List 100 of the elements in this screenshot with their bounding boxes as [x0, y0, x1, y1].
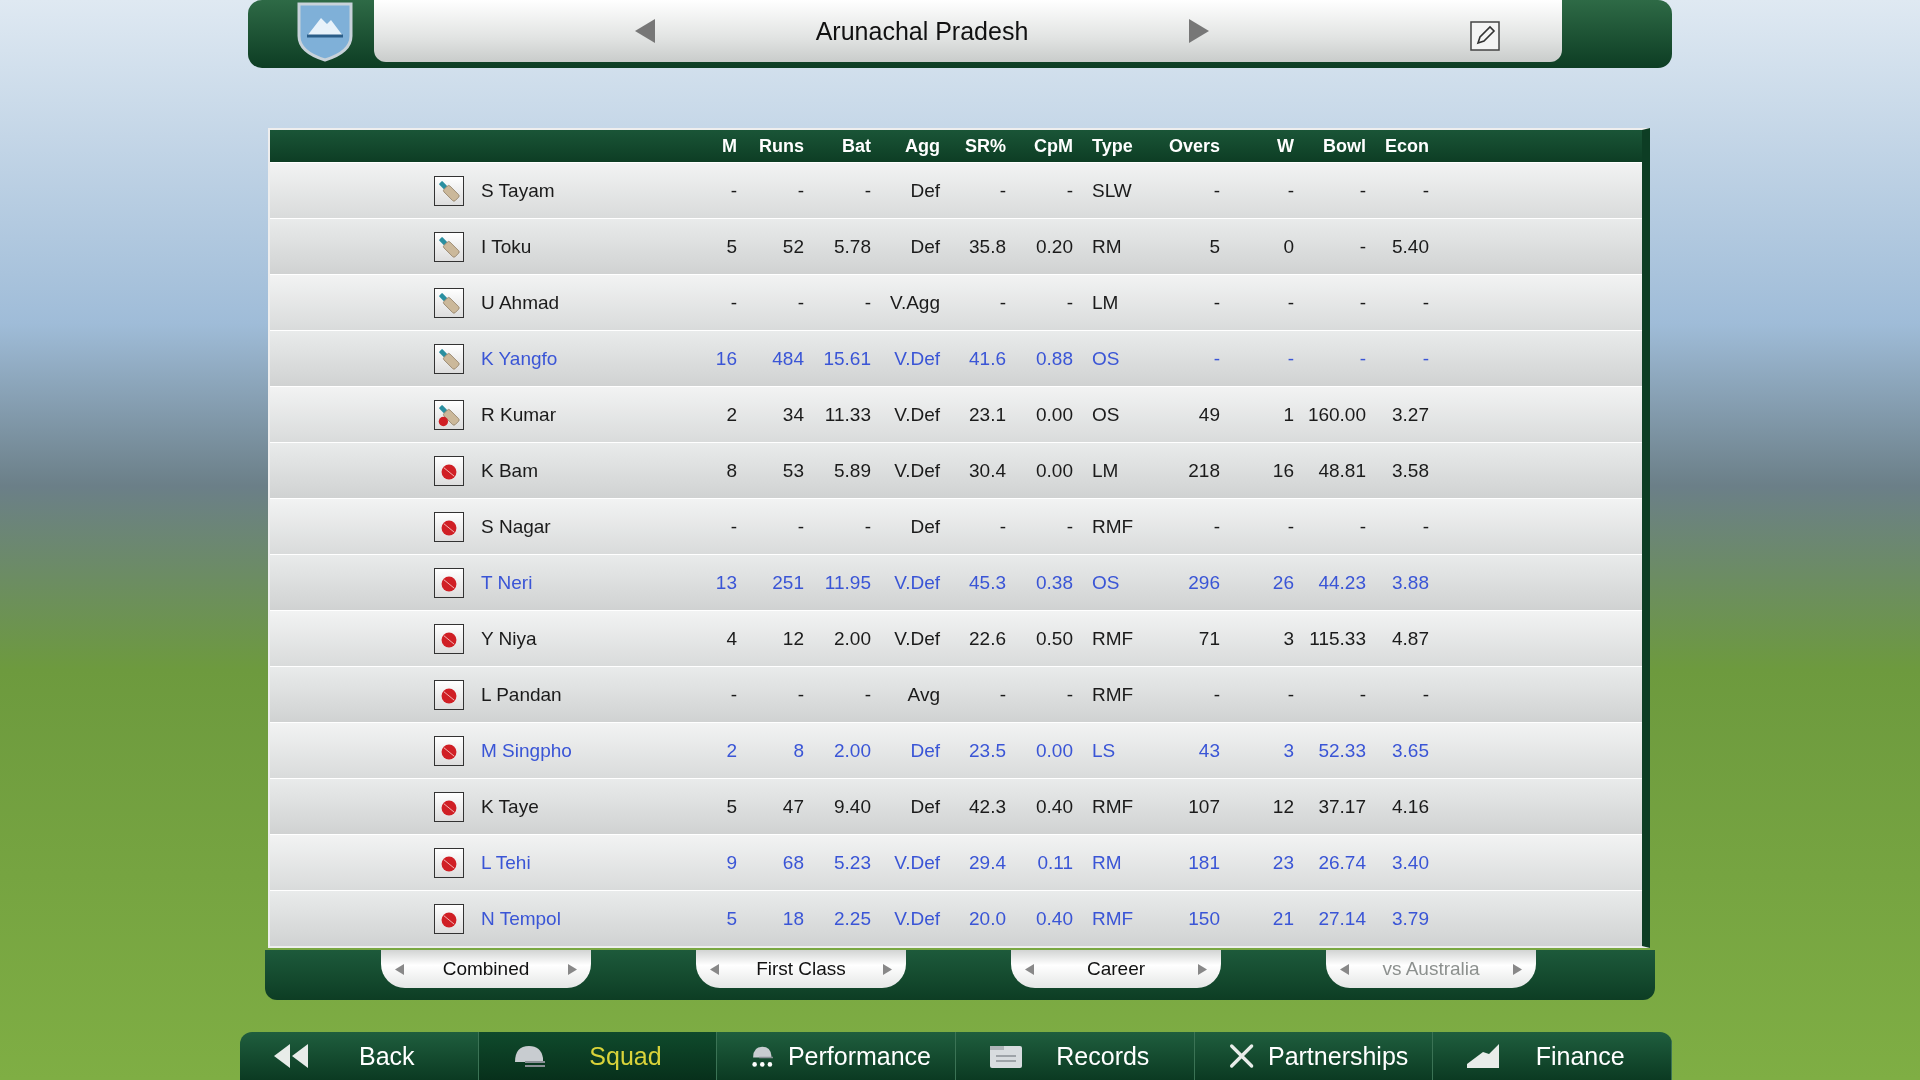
column-header[interactable]: Runs [737, 135, 804, 157]
player-row[interactable]: K Taye 5 47 9.40 Def 42.3 0.40 RMF 107 12 37.17 4.16 [270, 778, 1642, 834]
stat-cell-text: 4.87 [1391, 627, 1429, 650]
player-row[interactable]: I Toku 5 52 5.78 Def 35.8 0.20 RM 5 0 - 5.40 [270, 218, 1642, 274]
next-arrow[interactable] [1198, 963, 1207, 975]
filter-selector[interactable]: Career [1011, 950, 1221, 988]
player-row[interactable]: L Pandan - - - Avg - - RMF - - - - [270, 666, 1642, 722]
column-header[interactable]: Bowl [1294, 135, 1366, 157]
player-row[interactable]: U Ahmad - - - V.Agg - - LM - - - - [270, 274, 1642, 330]
stat-cell-text: 5 [725, 907, 737, 930]
player-name: K Bam [481, 459, 540, 482]
stat-cell-text: 23.1 [968, 403, 1006, 426]
player-row[interactable]: L Tehi 9 68 5.23 V.Def 29.4 0.11 RM 181 23 26.74 3.40 [270, 834, 1642, 890]
column-header[interactable]: W [1220, 135, 1294, 157]
player-name: N Tempol [481, 907, 562, 930]
stat-cell-text: 21 [1271, 907, 1294, 930]
stat-cell-text: 68 [781, 851, 804, 874]
nav-tab[interactable]: Records [956, 1032, 1195, 1080]
stat-cell-text: - [1065, 179, 1073, 202]
player-row[interactable]: S Tayam - - - Def - - SLW - - - - [270, 162, 1642, 218]
stat-cell-text: 26.74 [1317, 851, 1366, 874]
stat-cell-text: 2 [725, 739, 737, 762]
stat-cell-text: 11.95 [823, 571, 871, 594]
column-header[interactable]: Type [1073, 135, 1152, 157]
nav-tab[interactable]: Squad [478, 1032, 718, 1080]
stat-cell-text: 2.25 [833, 907, 871, 930]
column-header[interactable]: Econ [1366, 135, 1429, 157]
filter-selector[interactable]: Combined [381, 950, 591, 988]
stat-cell-text: - [1065, 515, 1073, 538]
stat-cell-text: 0.40 [1035, 795, 1073, 818]
stat-cell-text: 0.40 [1035, 907, 1073, 930]
stat-cell-text: 3 [1282, 627, 1294, 650]
stat-cell-text: - [1421, 347, 1429, 370]
nav-tab[interactable]: Partnerships [1194, 1032, 1434, 1080]
stat-cell-text: - [998, 683, 1006, 706]
stat-cell-text: 49 [1197, 403, 1220, 426]
stat-cell-text: V.Agg [889, 291, 940, 314]
player-row[interactable]: K Bam 8 53 5.89 V.Def 30.4 0.00 LM 218 16 48.81 3.58 [270, 442, 1642, 498]
player-name: T Neri [481, 571, 534, 594]
stat-cell-text: 53 [781, 459, 804, 482]
cricket-bat-icon [434, 231, 464, 262]
stat-cell-text: 2 [725, 403, 737, 426]
player-name: K Yangfo [481, 347, 559, 370]
player-row[interactable]: T Neri 13 251 11.95 V.Def 45.3 0.38 OS 296 26 44.23 3.88 [270, 554, 1642, 610]
player-name: R Kumar [481, 403, 557, 426]
stat-cell-text: Def [909, 795, 940, 818]
column-header[interactable]: Bat [804, 135, 871, 157]
stat-cell-text: 3 [1282, 739, 1294, 762]
filter-selector[interactable]: First Class [696, 950, 906, 988]
stat-cell-text: 3.58 [1391, 459, 1429, 482]
stat-cell-text: - [863, 179, 871, 202]
next-arrow[interactable] [1188, 19, 1211, 43]
stat-cell-text: - [998, 179, 1006, 202]
column-header[interactable]: Agg [871, 135, 940, 157]
stat-cell-text: Def [909, 739, 940, 762]
stat-cell-text: - [1358, 515, 1366, 538]
stat-cell-text: V.Def [893, 851, 940, 874]
stat-cell-text: - [1358, 179, 1366, 202]
next-arrow[interactable] [568, 963, 577, 975]
stat-cell-text: - [1212, 179, 1220, 202]
player-name: U Ahmad [481, 291, 561, 314]
stat-cell-text: - [1286, 291, 1294, 314]
stat-cell-text: 0.38 [1035, 571, 1073, 594]
stat-cell-text: Avg [906, 683, 940, 706]
player-row[interactable]: M Singpho 2 8 2.00 Def 23.5 0.00 LS 43 3 52.33 3.65 [270, 722, 1642, 778]
player-row[interactable]: S Nagar - - - Def - - RMF - - - - [270, 498, 1642, 554]
nav-tab[interactable]: Back [240, 1032, 479, 1080]
stat-cell-text: - [1212, 683, 1220, 706]
nav-tab[interactable]: Finance [1433, 1032, 1672, 1080]
column-header[interactable]: Overs [1152, 135, 1220, 157]
stat-cell-text: - [1286, 515, 1294, 538]
player-row[interactable]: N Tempol 5 18 2.25 V.Def 20.0 0.40 RMF 150 21 27.14 3.79 [270, 890, 1642, 946]
stat-cell-text: - [1286, 179, 1294, 202]
previous-arrow[interactable] [710, 963, 719, 975]
previous-arrow[interactable] [395, 963, 404, 975]
player-row[interactable]: K Yangfo 16 484 15.61 V.Def 41.6 0.88 OS - - - - [270, 330, 1642, 386]
stat-cell-text: 42.3 [968, 795, 1006, 818]
column-header[interactable]: SR% [940, 135, 1006, 157]
next-arrow[interactable] [883, 963, 892, 975]
column-header[interactable]: CpM [1006, 135, 1073, 157]
pencil-icon[interactable] [1470, 21, 1500, 51]
stat-cell-text: 8 [792, 739, 804, 762]
stat-cell-text: LM [1091, 291, 1120, 314]
nav-tab[interactable]: Performance [717, 1032, 956, 1080]
stat-cell-text: - [729, 291, 737, 314]
stat-cell-text: SLW [1091, 179, 1133, 202]
stat-cell-text: - [1358, 291, 1366, 314]
stat-cell-text: - [1358, 347, 1366, 370]
stat-cell-text: RMF [1091, 683, 1135, 706]
previous-arrow[interactable] [633, 19, 656, 43]
column-header[interactable]: M [692, 135, 737, 157]
stat-cell-text: OS [1091, 347, 1121, 370]
stat-cell-text: 0.50 [1035, 627, 1073, 650]
stat-cell-text: 484 [771, 347, 804, 370]
stat-cell-text: 71 [1197, 627, 1220, 650]
previous-arrow[interactable] [1025, 963, 1034, 975]
stat-cell-text: 5.40 [1391, 235, 1429, 258]
player-row[interactable]: R Kumar 2 34 11.33 V.Def 23.1 0.00 OS 49 1 160.00 3.27 [270, 386, 1642, 442]
player-row[interactable]: Y Niya 4 12 2.00 V.Def 22.6 0.50 RMF 71 3 115.33 4.87 [270, 610, 1642, 666]
stat-cell-text: RMF [1091, 627, 1135, 650]
